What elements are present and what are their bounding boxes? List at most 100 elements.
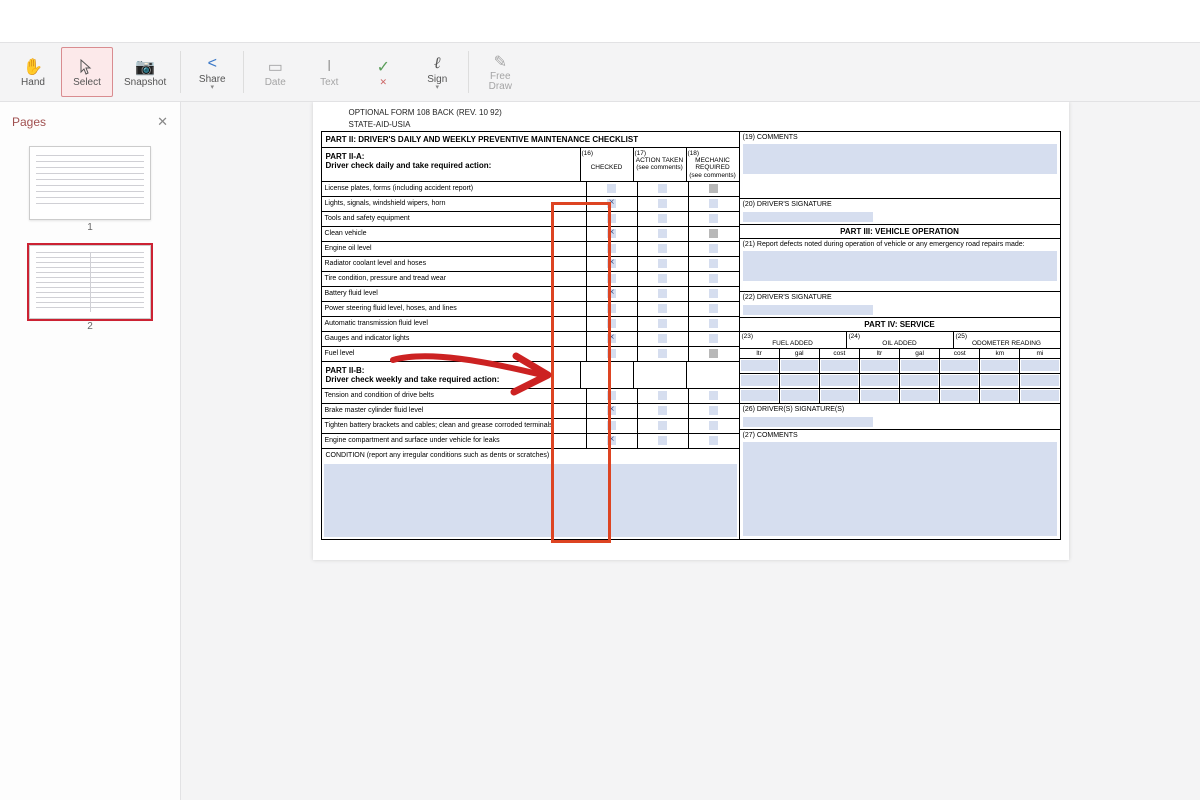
checkbox[interactable] xyxy=(709,229,718,238)
checkbox[interactable] xyxy=(658,229,667,238)
signature-22[interactable] xyxy=(743,305,873,315)
checkbox[interactable] xyxy=(607,319,616,328)
pages-panel: Pages✕ 1 2 xyxy=(0,102,181,800)
checkbox[interactable] xyxy=(709,421,718,430)
checkbox[interactable] xyxy=(607,184,616,193)
checklist-row: Battery fluid level xyxy=(322,287,739,302)
checklist-row: Lights, signals, windshield wipers, horn xyxy=(322,197,739,212)
checklist-row: Gauges and indicator lights xyxy=(322,332,739,347)
checklist-row: Tension and condition of drive belts xyxy=(322,389,739,404)
checkbox[interactable] xyxy=(658,319,667,328)
checklist-row: Engine compartment and surface under veh… xyxy=(322,434,739,449)
condition-field[interactable] xyxy=(324,464,737,537)
page-thumb-1[interactable] xyxy=(29,146,151,220)
checkbox[interactable] xyxy=(709,274,718,283)
document-page: OPTIONAL FORM 108 BACK (REV. 10 92) STAT… xyxy=(313,102,1069,560)
checkbox[interactable] xyxy=(709,406,718,415)
checkbox[interactable] xyxy=(658,421,667,430)
document-viewer[interactable]: OPTIONAL FORM 108 BACK (REV. 10 92) STAT… xyxy=(181,102,1200,800)
checkbox[interactable] xyxy=(658,436,667,445)
freedraw-tool[interactable]: ✎Free Draw xyxy=(474,47,526,97)
checkbox[interactable] xyxy=(709,289,718,298)
comments-19[interactable] xyxy=(743,144,1057,174)
text-icon: I xyxy=(327,57,331,77)
select-tool[interactable]: Select xyxy=(61,47,113,97)
snapshot-tool[interactable]: 📷Snapshot xyxy=(115,47,175,97)
date-icon: ▭ xyxy=(268,57,283,77)
checkbox[interactable] xyxy=(607,229,616,238)
checklist-row: Fuel level xyxy=(322,347,739,362)
sign-icon: ℓ xyxy=(434,54,441,74)
checkbox[interactable] xyxy=(658,259,667,268)
checkbox[interactable] xyxy=(658,244,667,253)
checkbox[interactable] xyxy=(658,334,667,343)
page-thumb-2[interactable] xyxy=(29,245,151,319)
checkbox[interactable] xyxy=(658,289,667,298)
signature-26[interactable] xyxy=(743,417,873,427)
checklist-row: Engine oil level xyxy=(322,242,739,257)
share-tool[interactable]: <Share▾ xyxy=(186,47,238,97)
checkbox[interactable] xyxy=(709,214,718,223)
checkbox[interactable] xyxy=(607,421,616,430)
part2-title: PART II: DRIVER'S DAILY AND WEEKLY PREVE… xyxy=(322,132,739,148)
checklist-row: Tighten battery brackets and cables; cle… xyxy=(322,419,739,434)
page-num-1: 1 xyxy=(10,222,170,233)
toolbar: ✋Hand Select 📷Snapshot <Share▾ ▭Date ITe… xyxy=(0,42,1200,102)
checkbox[interactable] xyxy=(658,304,667,313)
checkbox[interactable] xyxy=(658,274,667,283)
camera-icon: 📷 xyxy=(135,57,155,77)
checklist-row: Automatic transmission fluid level xyxy=(322,317,739,332)
checkbox[interactable] xyxy=(709,199,718,208)
checkbox[interactable] xyxy=(607,304,616,313)
checkbox[interactable] xyxy=(658,391,667,400)
checkbox[interactable] xyxy=(709,436,718,445)
share-icon: < xyxy=(208,54,217,74)
date-tool[interactable]: ▭Date xyxy=(249,47,301,97)
text-tool[interactable]: IText xyxy=(303,47,355,97)
checklist-row: Power steering fluid level, hoses, and l… xyxy=(322,302,739,317)
hand-tool[interactable]: ✋Hand xyxy=(7,47,59,97)
checkbox[interactable] xyxy=(658,406,667,415)
checkbox[interactable] xyxy=(709,349,718,358)
cursor-icon xyxy=(80,57,94,77)
checkbox[interactable] xyxy=(607,436,616,445)
checkbox[interactable] xyxy=(709,391,718,400)
signature-20[interactable] xyxy=(743,212,873,222)
checkbox[interactable] xyxy=(709,244,718,253)
checkbox[interactable] xyxy=(607,349,616,358)
check-tool[interactable]: ✓✕ xyxy=(357,47,409,97)
checkbox[interactable] xyxy=(607,259,616,268)
checklist-row: License plates, forms (including acciden… xyxy=(322,182,739,197)
checklist-row: Tire condition, pressure and tread wear xyxy=(322,272,739,287)
checkbox[interactable] xyxy=(607,244,616,253)
checklist-row: Brake master cylinder fluid level xyxy=(322,404,739,419)
checklist-row: Radiator coolant level and hoses xyxy=(322,257,739,272)
checkbox[interactable] xyxy=(658,184,667,193)
hand-icon: ✋ xyxy=(23,57,43,77)
page-num-2: 2 xyxy=(10,321,170,332)
checkbox[interactable] xyxy=(709,184,718,193)
checkbox[interactable] xyxy=(709,319,718,328)
checkbox[interactable] xyxy=(709,334,718,343)
checkbox[interactable] xyxy=(658,214,667,223)
checklist-row: Tools and safety equipment xyxy=(322,212,739,227)
comments-27[interactable] xyxy=(743,442,1057,536)
checkbox[interactable] xyxy=(658,349,667,358)
checkbox[interactable] xyxy=(709,259,718,268)
pencil-icon: ✎ xyxy=(494,52,507,72)
checkbox[interactable] xyxy=(607,334,616,343)
checkbox[interactable] xyxy=(607,274,616,283)
sign-tool[interactable]: ℓSign▾ xyxy=(411,47,463,97)
checkbox[interactable] xyxy=(607,406,616,415)
checkbox[interactable] xyxy=(607,289,616,298)
checklist-row: Clean vehicle xyxy=(322,227,739,242)
checkbox[interactable] xyxy=(607,214,616,223)
checkbox[interactable] xyxy=(607,391,616,400)
checkbox[interactable] xyxy=(658,199,667,208)
check-icon: ✓ xyxy=(377,57,390,77)
form-header-2: STATE-AID-USIA xyxy=(349,120,1061,130)
checkbox[interactable] xyxy=(709,304,718,313)
checkbox[interactable] xyxy=(607,199,616,208)
close-panel-icon[interactable]: ✕ xyxy=(157,114,168,130)
defects-21[interactable] xyxy=(743,251,1057,281)
